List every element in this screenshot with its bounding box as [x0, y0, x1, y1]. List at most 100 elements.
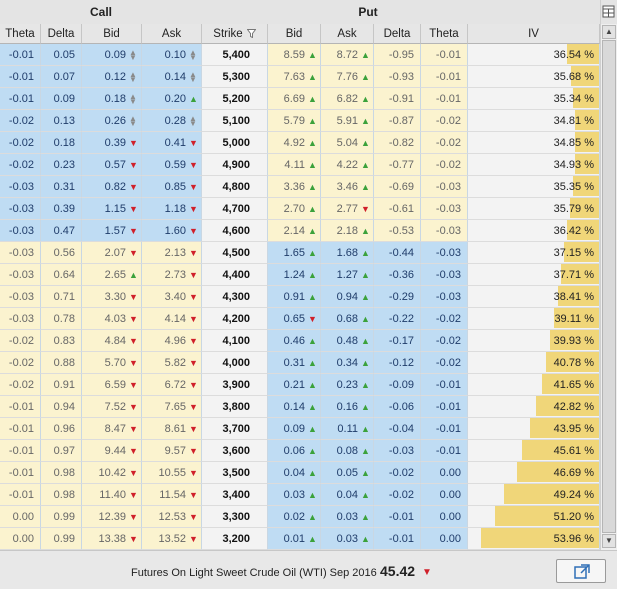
cell-p-bid[interactable]: 0.46 ▲ [268, 330, 321, 352]
cell-p-theta[interactable]: -0.03 [421, 286, 468, 308]
cell-p-theta[interactable]: -0.02 [421, 352, 468, 374]
cell-c-theta[interactable]: -0.03 [0, 176, 41, 198]
cell-c-bid[interactable]: 9.44 ▼ [82, 440, 142, 462]
cell-c-ask[interactable]: 12.53 ▼ [142, 506, 202, 528]
cell-p-delta[interactable]: -0.01 [374, 506, 421, 528]
cell-p-theta[interactable]: -0.01 [421, 396, 468, 418]
cell-p-theta[interactable]: -0.03 [421, 264, 468, 286]
cell-iv[interactable]: 37.71 % [468, 264, 600, 286]
option-row[interactable]: -0.03 0.71 3.30 ▼ 3.40 ▼ 4,300 0.91 ▲ 0.94 ▲ -0.29-… [0, 286, 600, 308]
cell-p-theta[interactable]: -0.02 [421, 132, 468, 154]
cell-iv[interactable]: 35.79 % [468, 198, 600, 220]
cell-c-ask[interactable]: 8.61 ▼ [142, 418, 202, 440]
cell-p-theta[interactable]: -0.03 [421, 176, 468, 198]
cell-c-delta[interactable]: 0.71 [41, 286, 82, 308]
cell-p-theta[interactable]: -0.02 [421, 110, 468, 132]
cell-c-delta[interactable]: 0.31 [41, 176, 82, 198]
cell-iv[interactable]: 46.69 % [468, 462, 600, 484]
cell-c-ask[interactable]: 0.20 ▲ [142, 88, 202, 110]
cell-c-delta[interactable]: 0.78 [41, 308, 82, 330]
cell-iv[interactable]: 40.78 % [468, 352, 600, 374]
column-header-p-delta[interactable]: Delta [374, 24, 421, 44]
cell-p-bid[interactable]: 0.21 ▲ [268, 374, 321, 396]
cell-iv[interactable]: 51.20 % [468, 506, 600, 528]
cell-c-ask[interactable]: 3.40 ▼ [142, 286, 202, 308]
option-row[interactable]: -0.02 0.91 6.59 ▼ 6.72 ▼ 3,900 0.21 ▲ 0.23 ▲ -0.09-… [0, 374, 600, 396]
option-row[interactable]: -0.03 0.64 2.65 ▲ 2.73 ▼ 4,400 1.24 ▲ 1.27 ▲ -0.36-… [0, 264, 600, 286]
cell-strike[interactable]: 3,700 [202, 418, 268, 440]
cell-p-theta[interactable]: 0.00 [421, 506, 468, 528]
cell-c-theta[interactable]: -0.03 [0, 286, 41, 308]
cell-c-delta[interactable]: 0.91 [41, 374, 82, 396]
cell-p-bid[interactable]: 0.91 ▲ [268, 286, 321, 308]
cell-p-ask[interactable]: 0.03 ▲ [321, 506, 374, 528]
cell-p-theta[interactable]: -0.03 [421, 198, 468, 220]
option-row[interactable]: -0.03 0.39 1.15 ▼ 1.18 ▼ 4,700 2.70 ▲ 2.77 ▼ -0.61-… [0, 198, 600, 220]
cell-strike[interactable]: 3,600 [202, 440, 268, 462]
cell-p-bid[interactable]: 3.36 ▲ [268, 176, 321, 198]
cell-p-delta[interactable]: -0.95 [374, 44, 421, 66]
cell-iv[interactable]: 36.54 % [468, 44, 600, 66]
cell-c-delta[interactable]: 0.18 [41, 132, 82, 154]
cell-strike[interactable]: 4,200 [202, 308, 268, 330]
cell-c-bid[interactable]: 4.03 ▼ [82, 308, 142, 330]
cell-strike[interactable]: 3,400 [202, 484, 268, 506]
cell-iv[interactable]: 53.96 % [468, 528, 600, 550]
cell-p-ask[interactable]: 0.11 ▲ [321, 418, 374, 440]
cell-p-ask[interactable]: 5.04 ▲ [321, 132, 374, 154]
cell-c-ask[interactable]: 7.65 ▼ [142, 396, 202, 418]
scroll-down-icon[interactable]: ▼ [602, 534, 616, 548]
cell-p-bid[interactable]: 2.14 ▲ [268, 220, 321, 242]
cell-iv[interactable]: 35.68 % [468, 66, 600, 88]
cell-iv[interactable]: 49.24 % [468, 484, 600, 506]
cell-c-theta[interactable]: -0.02 [0, 154, 41, 176]
cell-c-bid[interactable]: 0.57 ▼ [82, 154, 142, 176]
cell-p-delta[interactable]: -0.44 [374, 242, 421, 264]
column-header-p-ask[interactable]: Ask [321, 24, 374, 44]
cell-p-ask[interactable]: 8.72 ▲ [321, 44, 374, 66]
cell-iv[interactable]: 34.93 % [468, 154, 600, 176]
cell-c-delta[interactable]: 0.07 [41, 66, 82, 88]
cell-p-ask[interactable]: 0.08 ▲ [321, 440, 374, 462]
cell-strike[interactable]: 4,600 [202, 220, 268, 242]
option-row[interactable]: -0.03 0.56 2.07 ▼ 2.13 ▼ 4,500 1.65 ▲ 1.68 ▲ -0.44-… [0, 242, 600, 264]
cell-c-ask[interactable]: 1.18 ▼ [142, 198, 202, 220]
cell-c-ask[interactable]: 5.82 ▼ [142, 352, 202, 374]
option-row[interactable]: -0.01 0.96 8.47 ▼ 8.61 ▼ 3,700 0.09 ▲ 0.11 ▲ -0.04-… [0, 418, 600, 440]
cell-p-theta[interactable]: -0.02 [421, 330, 468, 352]
column-header-c-bid[interactable]: Bid [82, 24, 142, 44]
cell-p-theta[interactable]: -0.01 [421, 418, 468, 440]
cell-c-delta[interactable]: 0.98 [41, 462, 82, 484]
cell-c-theta[interactable]: -0.02 [0, 330, 41, 352]
cell-strike[interactable]: 3,800 [202, 396, 268, 418]
cell-c-bid[interactable]: 1.57 ▼ [82, 220, 142, 242]
cell-c-theta[interactable]: -0.03 [0, 308, 41, 330]
cell-p-bid[interactable]: 4.92 ▲ [268, 132, 321, 154]
cell-p-ask[interactable]: 0.23 ▲ [321, 374, 374, 396]
cell-p-bid[interactable]: 0.09 ▲ [268, 418, 321, 440]
cell-p-delta[interactable]: -0.22 [374, 308, 421, 330]
option-row[interactable]: -0.01 0.98 11.40 ▼ 11.54 ▼ 3,400 0.03 ▲ 0.04 ▲ -0.0… [0, 484, 600, 506]
cell-iv[interactable]: 41.65 % [468, 374, 600, 396]
cell-p-theta[interactable]: -0.02 [421, 308, 468, 330]
cell-c-bid[interactable]: 6.59 ▼ [82, 374, 142, 396]
option-row[interactable]: 0.00 0.99 13.38 ▼ 13.52 ▼ 3,200 0.01 ▲ 0.03 ▲ -0.01… [0, 528, 600, 550]
cell-c-delta[interactable]: 0.39 [41, 198, 82, 220]
cell-strike[interactable]: 4,800 [202, 176, 268, 198]
option-row[interactable]: -0.02 0.13 0.26 ▲ ▼ 0.28 ▲ ▼ 5,100 5.79 ▲ 5.91 ▲ -0.8… [0, 110, 600, 132]
cell-p-theta[interactable]: -0.01 [421, 374, 468, 396]
option-row[interactable]: -0.03 0.78 4.03 ▼ 4.14 ▼ 4,200 0.65 ▼ 0.68 ▲ -0.22-… [0, 308, 600, 330]
option-row[interactable]: -0.01 0.97 9.44 ▼ 9.57 ▼ 3,600 0.06 ▲ 0.08 ▲ -0.03-… [0, 440, 600, 462]
cell-p-bid[interactable]: 0.01 ▲ [268, 528, 321, 550]
vertical-scrollbar[interactable]: ▲ ▼ [600, 24, 617, 550]
cell-c-delta[interactable]: 0.99 [41, 528, 82, 550]
cell-p-theta[interactable]: 0.00 [421, 528, 468, 550]
cell-c-ask[interactable]: 13.52 ▼ [142, 528, 202, 550]
cell-p-ask[interactable]: 3.46 ▲ [321, 176, 374, 198]
cell-strike[interactable]: 5,100 [202, 110, 268, 132]
cell-c-theta[interactable]: -0.01 [0, 66, 41, 88]
cell-p-ask[interactable]: 2.77 ▼ [321, 198, 374, 220]
cell-c-theta[interactable]: -0.03 [0, 264, 41, 286]
cell-iv[interactable]: 39.93 % [468, 330, 600, 352]
cell-c-ask[interactable]: 10.55 ▼ [142, 462, 202, 484]
